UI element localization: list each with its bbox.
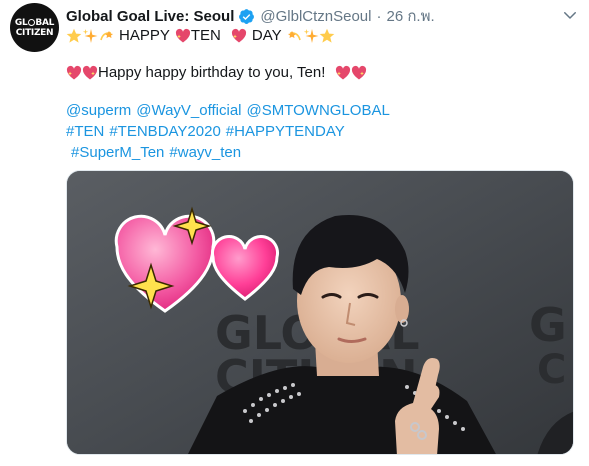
mention-link[interactable]: @superm — [66, 101, 131, 121]
verified-badge-icon — [239, 8, 255, 24]
sparkles-emoji-icon — [82, 28, 98, 44]
hashtags-line-2: #SuperM_Ten #wayv_ten — [66, 143, 241, 163]
hashtags-line-1: #TEN #TENBDAY2020 #HAPPYTENDAY — [66, 122, 345, 142]
chevron-down-icon[interactable] — [561, 6, 579, 24]
tweet-header: Global Goal Live: Seoul @GlblCtznSeoul ·… — [66, 6, 435, 26]
dizzy-emoji-icon — [98, 28, 114, 44]
hashtag-link[interactable]: #HAPPYTENDAY — [226, 122, 345, 142]
backdrop-logo-text: G — [529, 298, 567, 352]
sparkles-emoji-icon — [303, 28, 319, 44]
mention-link[interactable]: @SMTOWNGLOBAL — [247, 101, 390, 121]
avatar-logo-line1: GL BAL — [14, 17, 55, 28]
hashtag-link[interactable]: #SuperM_Ten — [71, 143, 164, 163]
sparkling-heart-emoji-icon — [82, 65, 98, 81]
timestamp[interactable]: 26 ก.พ. — [386, 4, 434, 28]
hashtag-link[interactable]: #TEN — [66, 122, 104, 142]
sparkling-heart-emoji-icon — [231, 28, 247, 44]
tweet-text-line-1: HAPPY TEN DAY — [66, 26, 335, 46]
star-emoji-icon — [66, 28, 82, 44]
tweet[interactable]: GL BAL CITIZEN Global Goal Live: Seoul @G… — [0, 0, 589, 466]
tweet-text-line-2: Happy happy birthday to you, Ten! — [66, 63, 367, 83]
avatar[interactable]: GL BAL CITIZEN — [10, 3, 59, 52]
star-emoji-icon — [319, 28, 335, 44]
mentions-line: @superm @WayV_official @SMTOWNGLOBAL — [66, 101, 390, 121]
dizzy-emoji-icon — [287, 28, 303, 44]
sparkling-heart-emoji-icon — [351, 65, 367, 81]
hashtag-link[interactable]: #TENBDAY2020 — [109, 122, 220, 142]
ten-word: TEN — [190, 27, 221, 44]
sparkling-heart-emoji-icon — [66, 65, 82, 81]
photo-illustration: GLOBAL CITIZEN. G C — [67, 171, 573, 454]
tweet-photo[interactable]: GLOBAL CITIZEN. G C — [66, 170, 574, 455]
sparkling-heart-emoji-icon — [175, 28, 191, 44]
birthday-message: Happy happy birthday to you, Ten! — [98, 64, 326, 81]
sparkling-heart-emoji-icon — [335, 65, 351, 81]
hashtag-link[interactable]: #wayv_ten — [169, 143, 241, 163]
mention-link[interactable]: @WayV_official — [136, 101, 241, 121]
display-name[interactable]: Global Goal Live: Seoul — [66, 8, 234, 25]
day-word: DAY — [251, 27, 282, 44]
happy-word: HAPPY — [119, 27, 170, 44]
backdrop-logo-text: C — [537, 347, 566, 393]
separator-dot: · — [376, 7, 382, 25]
avatar-logo-line2: CITIZEN — [15, 27, 54, 38]
user-handle[interactable]: @GlblCtznSeoul — [260, 8, 371, 25]
